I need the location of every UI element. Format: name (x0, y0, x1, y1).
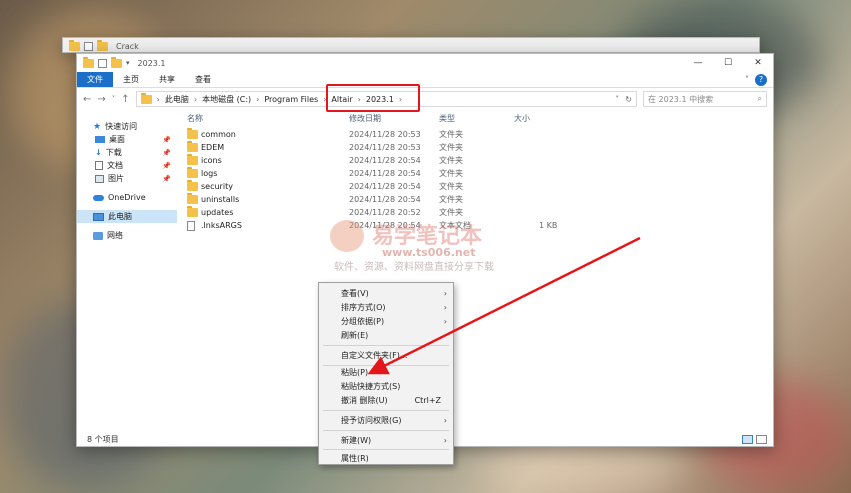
annotation-arrow (367, 236, 641, 375)
annotation-arrow-line (367, 236, 641, 375)
